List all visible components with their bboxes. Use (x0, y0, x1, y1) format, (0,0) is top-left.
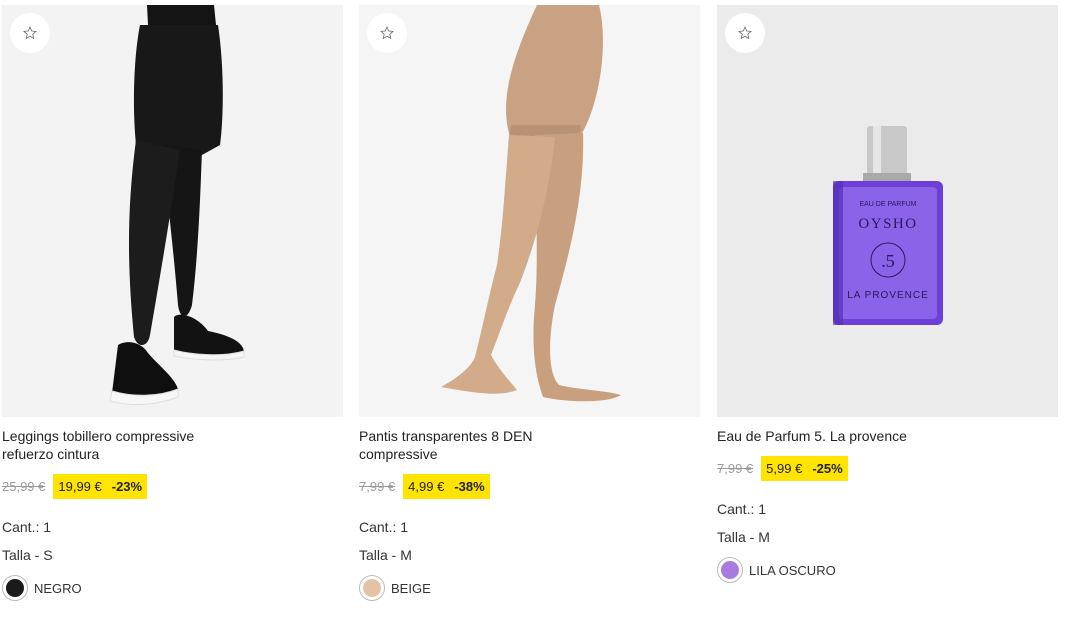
product-name[interactable]: Pantis transparentes 8 DEN compressive (359, 427, 579, 463)
product-image[interactable] (2, 5, 343, 417)
sale-price: 19,99 € (58, 479, 102, 494)
product-grid: Leggings tobillero compressive refuerzo … (2, 5, 1062, 625)
discount-percent: -23% (111, 479, 143, 494)
product-name[interactable]: Eau de Parfum 5. La provence (717, 427, 937, 445)
color-name: LILA OSCURO (749, 562, 836, 578)
size-label: Talla - M (359, 547, 412, 563)
sale-price: 5,99 € (766, 461, 803, 476)
product-image[interactable]: EAU DE PARFUM OYSHO .5 LA PROVENCE (717, 5, 1058, 417)
perfume-bottle-icon: EAU DE PARFUM OYSHO .5 LA PROVENCE (717, 5, 1058, 417)
beige-tights-icon (359, 5, 700, 417)
price-row: 7,99 € 4,99 € -38% (359, 474, 700, 499)
quantity-label: Cant.: 1 (717, 501, 767, 517)
favorite-button[interactable] (725, 13, 765, 53)
sale-price-badge: 19,99 € -23% (53, 474, 148, 499)
color-swatch (717, 557, 743, 583)
color-swatch (2, 575, 28, 601)
quantity-label: Cant.: 1 (2, 519, 52, 535)
color-name: BEIGE (391, 580, 431, 596)
black-leggings-icon (2, 5, 343, 417)
color-name: NEGRO (34, 580, 82, 596)
sale-price-badge: 5,99 € -25% (761, 456, 848, 481)
bottle-label-top: EAU DE PARFUM (859, 201, 916, 208)
discount-percent: -25% (812, 461, 843, 476)
size-label: Talla - S (2, 547, 53, 563)
star-outline-icon (380, 25, 394, 40)
sale-price: 4,99 € (408, 479, 445, 494)
original-price: 25,99 € (2, 479, 46, 494)
color-swatch (359, 575, 385, 601)
bottle-label-bottom: LA PROVENCE (847, 290, 929, 301)
favorite-button[interactable] (10, 13, 50, 53)
original-price: 7,99 € (359, 479, 396, 494)
color-option: NEGRO (2, 575, 343, 601)
original-price: 7,99 € (717, 461, 754, 476)
star-outline-icon (738, 25, 752, 40)
quantity-label: Cant.: 1 (359, 519, 409, 535)
size-label: Talla - M (717, 529, 770, 545)
favorite-button[interactable] (367, 13, 407, 53)
sale-price-badge: 4,99 € -38% (403, 474, 490, 499)
price-row: 25,99 € 19,99 € -23% (2, 474, 343, 499)
bottle-number: .5 (881, 251, 895, 271)
product-card[interactable]: Pantis transparentes 8 DEN compressive 7… (359, 5, 700, 601)
product-card[interactable]: EAU DE PARFUM OYSHO .5 LA PROVENCE Eau d… (717, 5, 1058, 583)
star-outline-icon (23, 25, 37, 40)
color-option: LILA OSCURO (717, 557, 1058, 583)
bottle-brand: OYSHO (858, 216, 917, 232)
color-option: BEIGE (359, 575, 700, 601)
product-card[interactable]: Leggings tobillero compressive refuerzo … (2, 5, 343, 601)
discount-percent: -38% (454, 479, 485, 494)
product-image[interactable] (359, 5, 700, 417)
product-name[interactable]: Leggings tobillero compressive refuerzo … (2, 427, 222, 463)
price-row: 7,99 € 5,99 € -25% (717, 456, 1058, 481)
